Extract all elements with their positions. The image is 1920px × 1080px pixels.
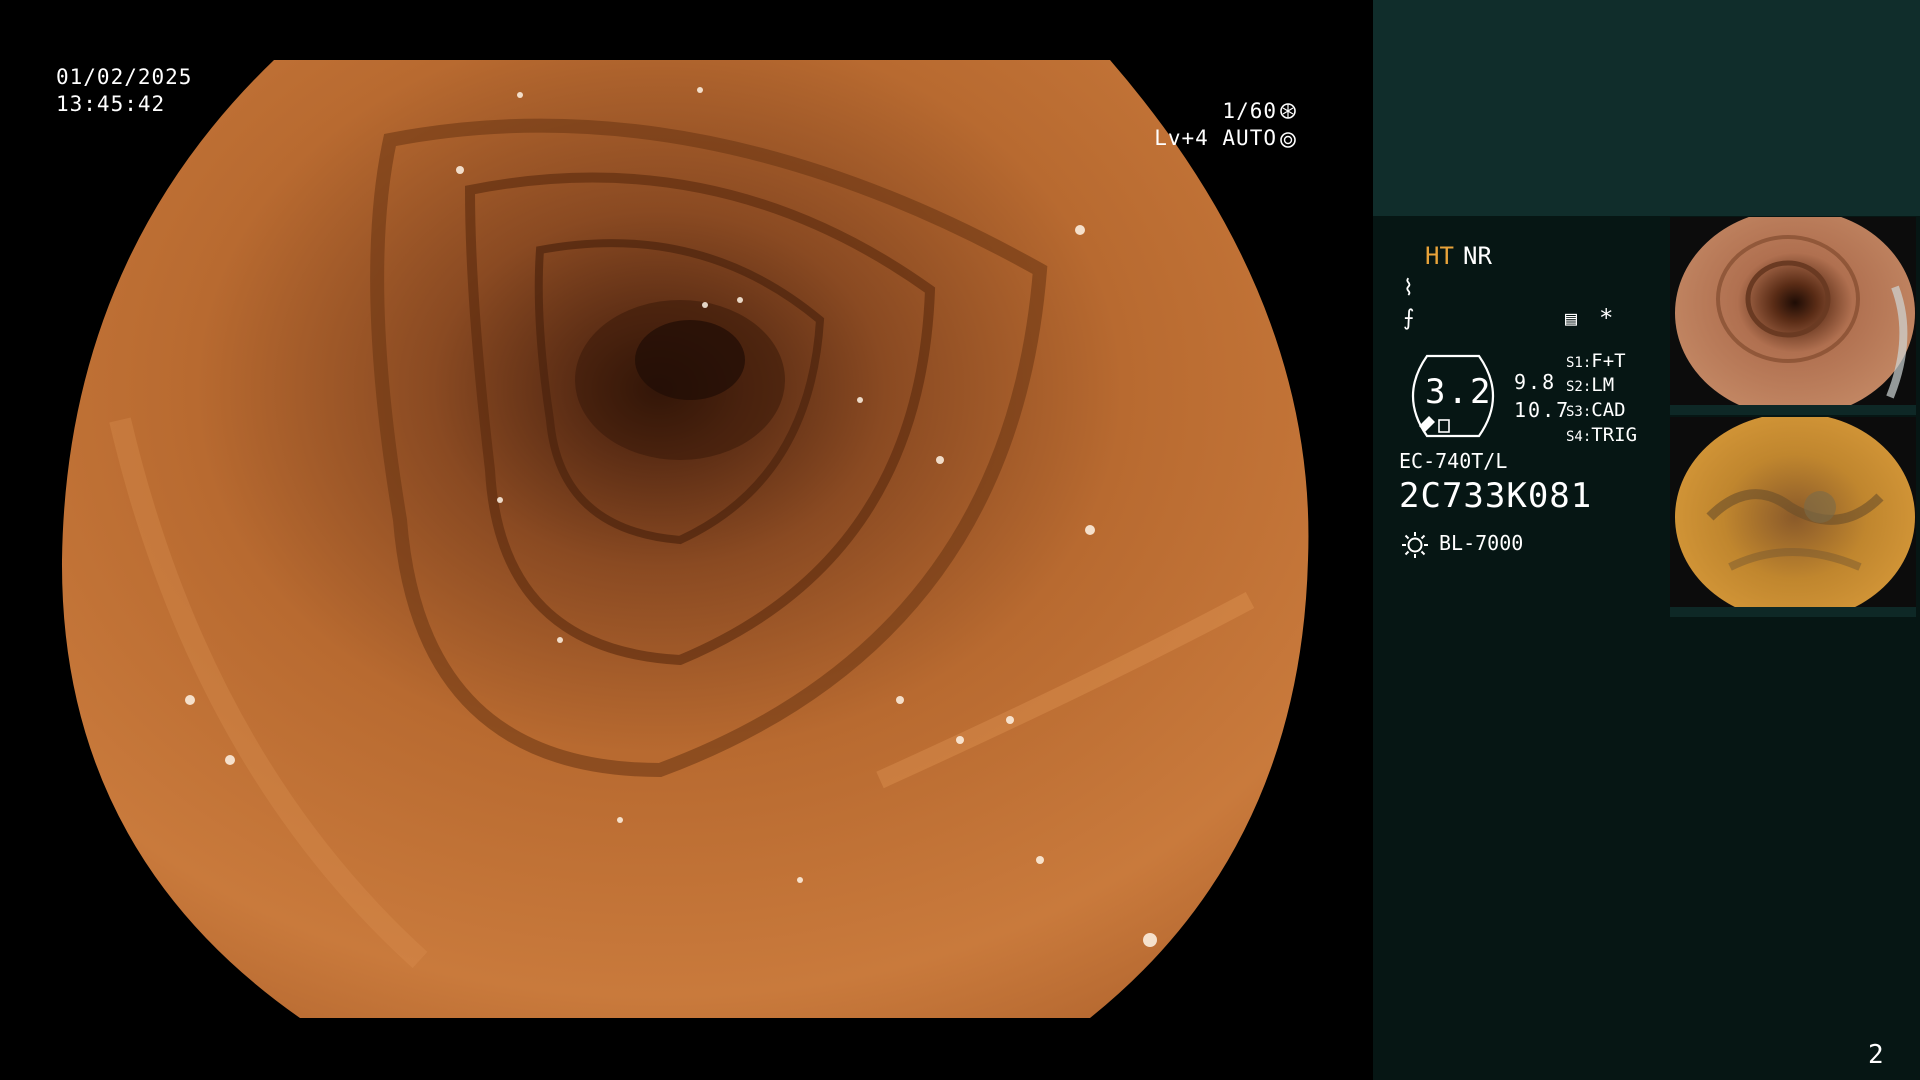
switch-s1: S1:F+T <box>1566 350 1626 372</box>
endoscope-view: 01/02/2025 13:45:42 1/60 Lv+4 AUTO <box>0 0 1373 1080</box>
switch-s3: S3:CAD <box>1566 399 1626 421</box>
light-source-icon <box>1402 532 1428 558</box>
shutter-speed-text: 1/60 <box>1222 99 1277 123</box>
switch-s2: S2:LM <box>1566 374 1615 396</box>
switch-s4: S4:TRIG <box>1566 424 1638 446</box>
switch-key: S2 <box>1566 379 1583 395</box>
captured-image-thumbnail-1[interactable] <box>1670 217 1916 415</box>
page-number: 2 <box>1868 1040 1884 1070</box>
settings-panel-icon: ▤ <box>1565 306 1578 330</box>
zoom-value: 3.2 <box>1425 372 1493 412</box>
panel-header-area <box>1373 0 1920 216</box>
switch-value: F+T <box>1591 350 1626 372</box>
scope-serial: 2C733K081 <box>1399 476 1593 516</box>
mode-nr-label: NR <box>1463 242 1492 270</box>
captured-image-thumbnail-2[interactable] <box>1670 417 1916 617</box>
switch-key: S1 <box>1566 355 1583 371</box>
time-text: 13:45:42 <box>56 92 166 116</box>
endoscopic-image <box>61 60 1309 1018</box>
exposure-text: Lv+4 AUTO <box>1154 126 1277 150</box>
structure-enhance-icon: ⌇ <box>1403 276 1414 301</box>
thumbnail-image <box>1670 217 1916 415</box>
date-text: 01/02/2025 <box>56 65 193 89</box>
switch-key: S3 <box>1566 404 1583 420</box>
star-indicator: * <box>1599 304 1614 332</box>
shutter-iris-icon <box>1280 103 1296 148</box>
switch-key: S4 <box>1566 429 1583 445</box>
readout-value-b: 10.7 <box>1514 398 1571 422</box>
color-enhance-icon: ⨍ <box>1403 306 1415 331</box>
mode-ht-label: HT <box>1425 242 1454 270</box>
readout-value-a: 9.8 <box>1514 370 1557 394</box>
exposure-readout: 1/60 Lv+4 AUTO <box>1154 98 1277 152</box>
date-time-readout: 01/02/2025 13:45:42 <box>56 64 192 118</box>
switch-value: LM <box>1591 374 1615 396</box>
light-source-name: BL-7000 <box>1439 531 1524 555</box>
thumbnail-image <box>1670 417 1916 617</box>
switch-value: CAD <box>1591 399 1626 421</box>
switch-value: TRIG <box>1591 424 1638 446</box>
scope-model: EC-740T/L <box>1399 449 1508 473</box>
